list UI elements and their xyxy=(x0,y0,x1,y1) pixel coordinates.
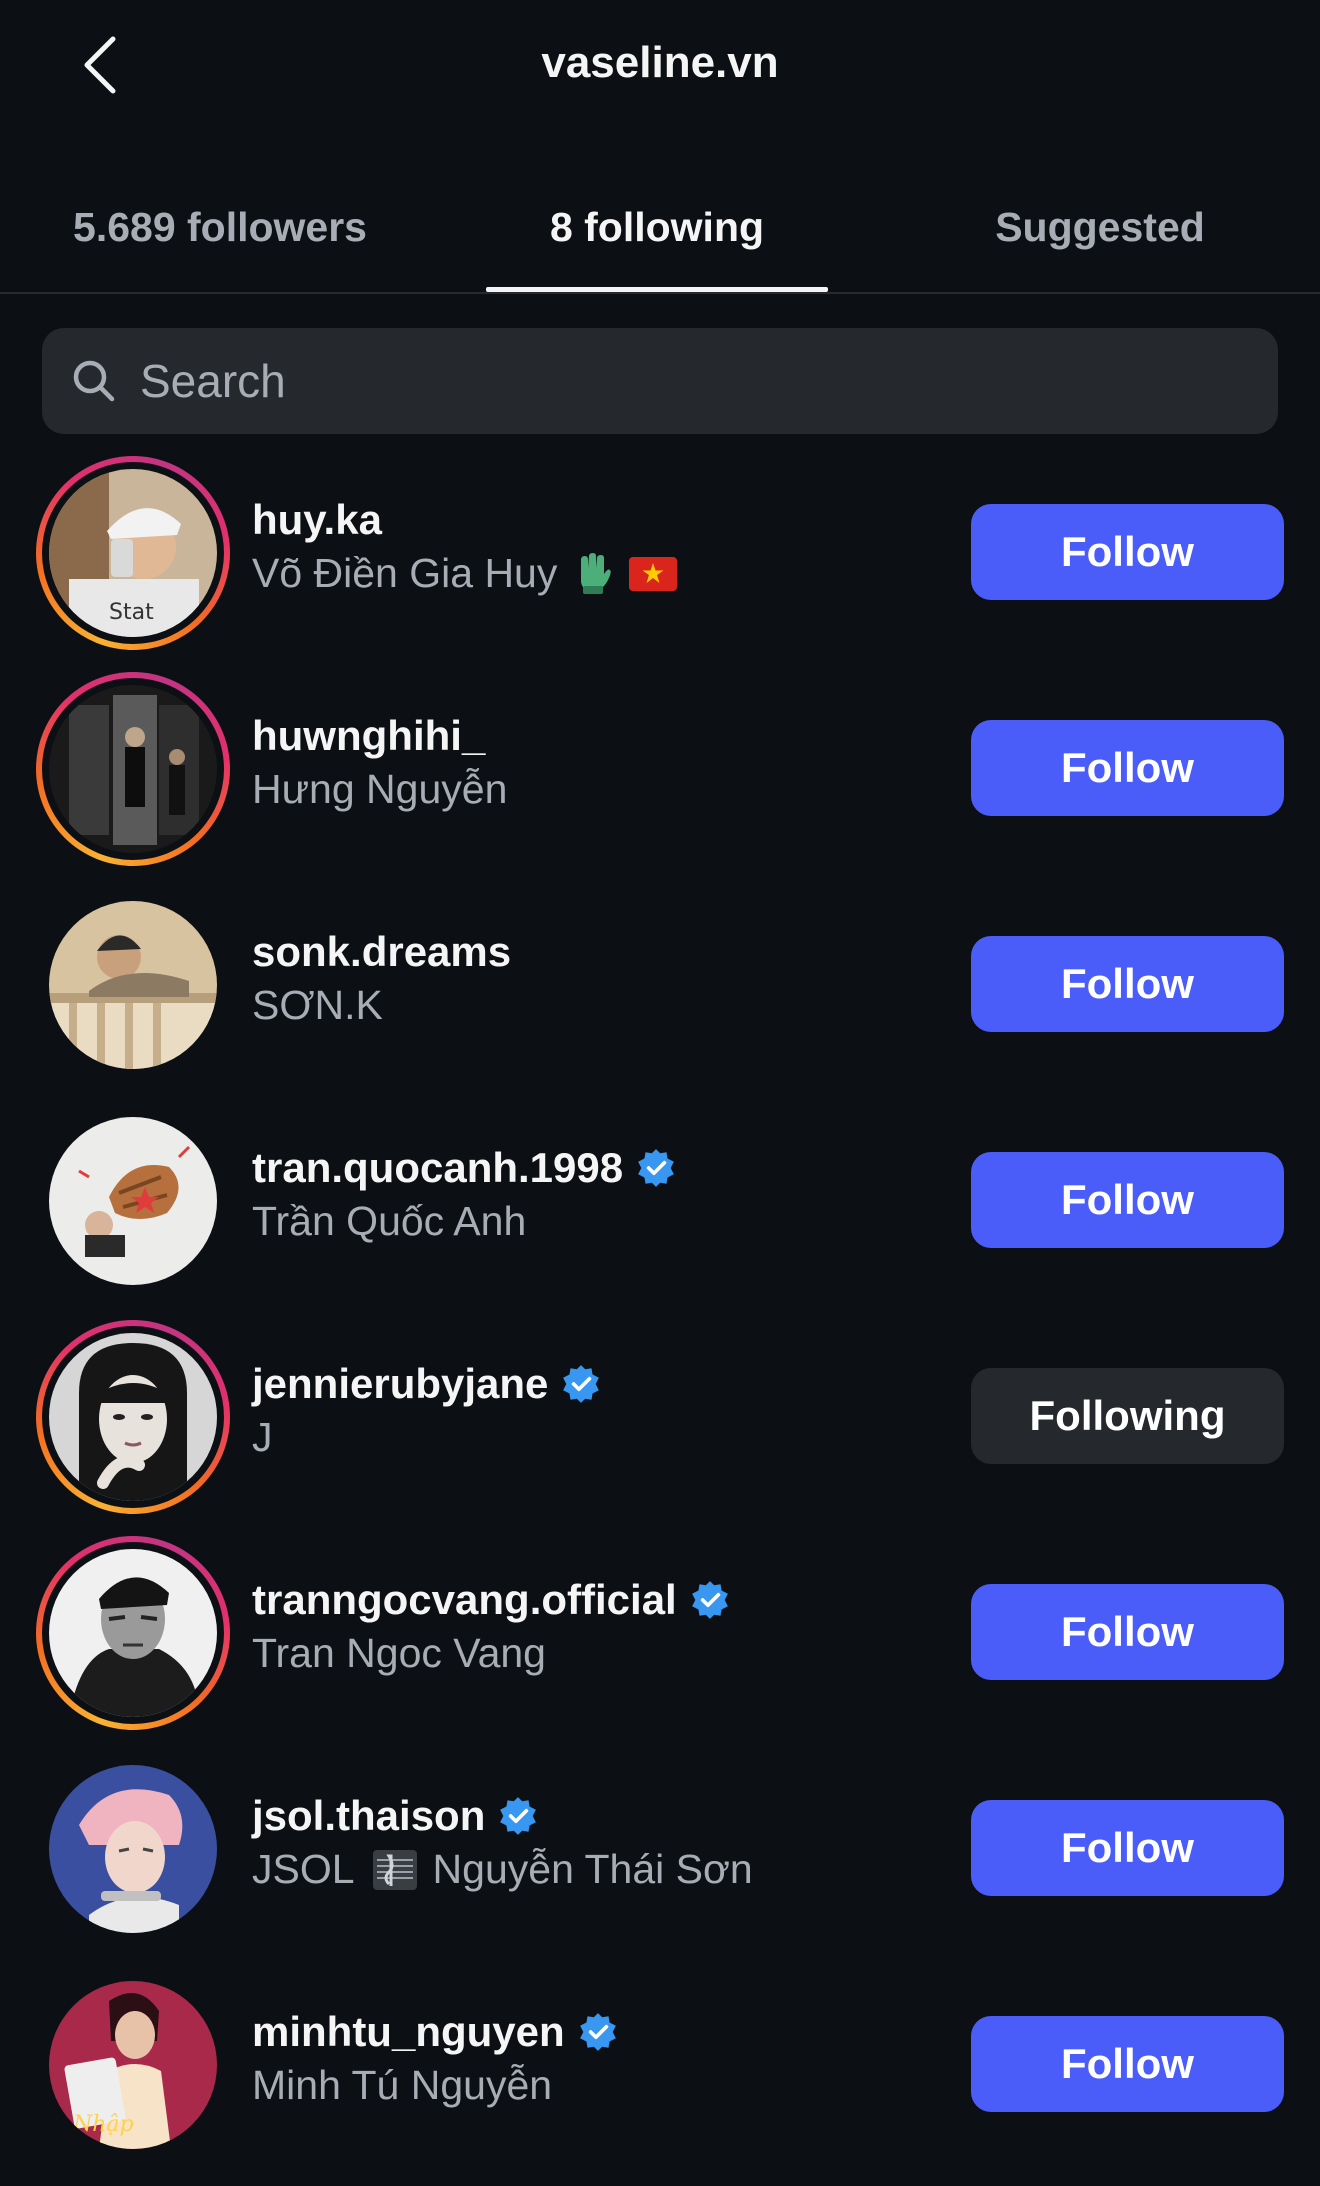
top-bar: vaseline.vn xyxy=(0,0,1320,136)
avatar-container[interactable]: Nhập xyxy=(36,1968,230,2162)
username[interactable]: jsol.thaison xyxy=(252,1792,485,1840)
tab-bar: 5.689 followers 8 following Suggested xyxy=(0,180,1320,294)
username[interactable]: jennierubyjane xyxy=(252,1360,548,1408)
username[interactable]: huwnghihi_ xyxy=(252,712,485,760)
verified-badge-icon xyxy=(579,2013,616,2051)
tab-suggested[interactable]: Suggested xyxy=(940,204,1260,264)
tab-followers[interactable]: 5.689 followers xyxy=(40,204,400,264)
username[interactable]: tranngocvang.official xyxy=(252,1576,677,1624)
full-name: Võ Điền Gia Huy xyxy=(252,550,558,596)
avatar xyxy=(49,685,217,853)
avatar xyxy=(49,1117,217,1285)
full-name-suffix: Nguyễn Thái Sơn xyxy=(432,1846,753,1892)
verified-badge-icon xyxy=(691,1581,728,1619)
follow-button[interactable]: Follow xyxy=(971,720,1284,816)
follow-button[interactable]: Follow xyxy=(971,1800,1284,1896)
verified-badge-icon xyxy=(500,1797,537,1835)
following-button[interactable]: Following xyxy=(971,1368,1284,1464)
username[interactable]: huy.ka xyxy=(252,496,382,544)
glove-emoji-icon xyxy=(581,552,612,594)
svg-text:Nhập: Nhập xyxy=(72,2112,134,2137)
search-input[interactable] xyxy=(140,354,1240,408)
avatar: Stat xyxy=(49,469,217,637)
search-icon xyxy=(73,360,115,402)
list-item[interactable]: Nhập minhtu_nguyen Minh Tú Nguyễn Follow xyxy=(0,1962,1320,2178)
follow-button[interactable]: Follow xyxy=(971,936,1284,1032)
full-name: Tran Ngoc Vang xyxy=(252,1630,546,1676)
verified-badge-icon xyxy=(563,1365,600,1403)
list-item[interactable]: jsol.thaison JSOL Nguyễn Thái Sơn Follow xyxy=(0,1746,1320,1962)
full-name: Hưng Nguyễn xyxy=(252,766,508,812)
tab-following[interactable]: 8 following xyxy=(486,204,828,264)
full-name: SƠN.K xyxy=(252,982,383,1028)
username[interactable]: sonk.dreams xyxy=(252,928,511,976)
username[interactable]: minhtu_nguyen xyxy=(252,2008,565,2056)
full-name: Minh Tú Nguyễn xyxy=(252,2062,553,2108)
svg-text:Stat: Stat xyxy=(109,600,154,625)
avatar-container[interactable] xyxy=(36,1104,230,1298)
list-item[interactable]: huwnghihi_ Hưng Nguyễn Follow xyxy=(0,666,1320,882)
follow-button[interactable]: Follow xyxy=(971,1584,1284,1680)
avatar xyxy=(49,1765,217,1933)
search-bar[interactable] xyxy=(42,328,1278,434)
full-name-prefix: JSOL xyxy=(252,1846,355,1892)
story-ring[interactable] xyxy=(36,672,230,866)
username[interactable]: tran.quocanh.1998 xyxy=(252,1144,623,1192)
follow-button[interactable]: Follow xyxy=(971,2016,1284,2112)
follow-button[interactable]: Follow xyxy=(971,504,1284,600)
music-score-icon xyxy=(372,1849,417,1890)
list-item[interactable]: sonk.dreams SƠN.K Follow xyxy=(0,882,1320,1098)
list-item[interactable]: tranngocvang.official Tran Ngoc Vang Fol… xyxy=(0,1530,1320,1746)
verified-badge-icon xyxy=(638,1149,674,1187)
story-ring[interactable] xyxy=(36,1536,230,1730)
page-title: vaseline.vn xyxy=(541,38,779,87)
avatar xyxy=(49,1549,217,1717)
avatar-container[interactable] xyxy=(36,888,230,1082)
list-item[interactable]: jennierubyjane J Following xyxy=(0,1314,1320,1530)
avatar-container[interactable] xyxy=(36,1752,230,1946)
active-tab-indicator xyxy=(486,287,828,292)
avatar: Nhập xyxy=(49,1981,217,2149)
follow-button[interactable]: Follow xyxy=(971,1152,1284,1248)
full-name: J xyxy=(252,1414,273,1460)
full-name: Trần Quốc Anh xyxy=(252,1198,527,1244)
list-item[interactable]: Stat huy.ka Võ Điền Gia Huy Follow xyxy=(0,450,1320,666)
avatar xyxy=(49,901,217,1069)
list-item[interactable]: tran.quocanh.1998 Trần Quốc Anh Follow xyxy=(0,1098,1320,1314)
story-ring[interactable] xyxy=(36,1320,230,1514)
story-ring[interactable]: Stat xyxy=(36,456,230,650)
avatar xyxy=(49,1333,217,1501)
vietnam-flag-icon xyxy=(629,556,678,591)
